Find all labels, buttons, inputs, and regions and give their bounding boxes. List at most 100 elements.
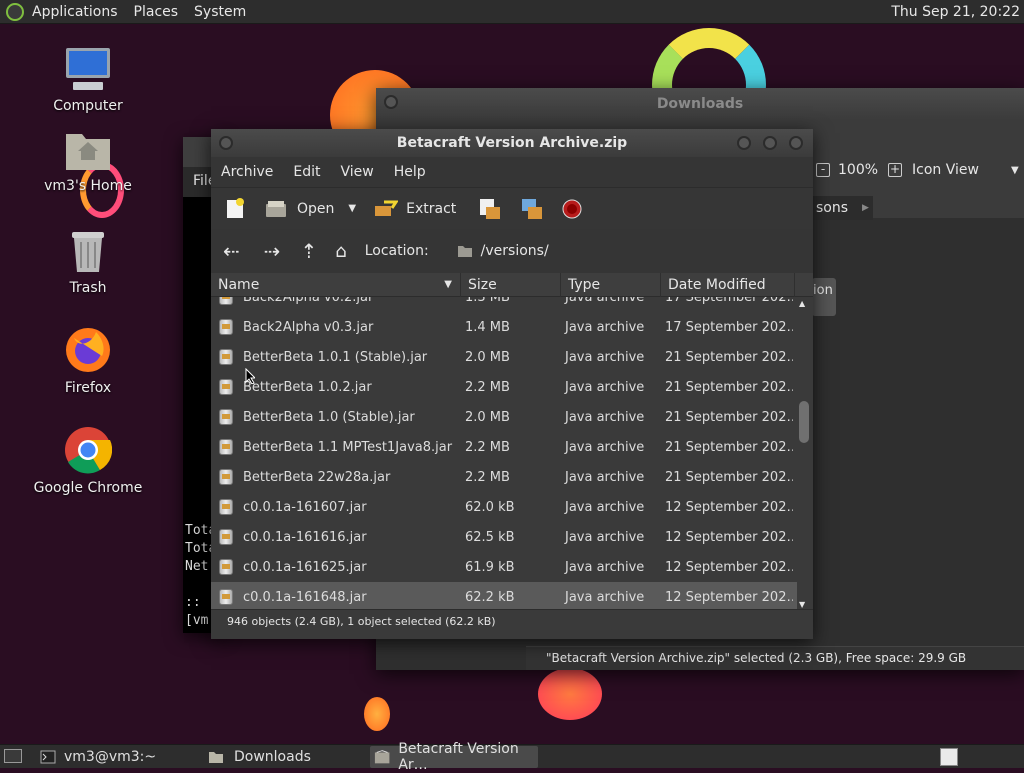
file-name-cell: BetterBeta 1.0.1 (Stable).jar <box>211 349 459 365</box>
file-type: Java archive <box>565 439 645 455</box>
file-row[interactable]: c0.0.1a-161616.jar 62.5 kB Java archive 12 … <box>211 522 797 552</box>
close-button[interactable] <box>789 136 803 150</box>
window-menu-button[interactable] <box>384 95 398 109</box>
task-downloads[interactable]: Downloads <box>204 746 364 768</box>
task-label: Downloads <box>234 749 311 765</box>
archive-window[interactable]: Betacraft Version Archive.zip Archive Ed… <box>211 129 813 639</box>
jar-file-icon <box>219 469 233 485</box>
desktop-icon-firefox[interactable]: Firefox <box>33 326 143 396</box>
menu-edit[interactable]: Edit <box>283 164 330 180</box>
scroll-up-icon[interactable]: ▲ <box>799 299 805 308</box>
up-icon[interactable]: ⇡ <box>301 239 318 263</box>
column-label: Size <box>468 276 497 293</box>
chevron-down-icon[interactable]: ▼ <box>1011 165 1019 176</box>
back-icon[interactable]: ⇠ <box>223 239 240 263</box>
column-size[interactable]: Size <box>461 272 561 297</box>
stop-button[interactable] <box>562 199 582 219</box>
file-date: 12 September 202… <box>665 499 793 515</box>
selected-item-label[interactable]: ion <box>812 278 836 316</box>
file-name-cell: BetterBeta 22w28a.jar <box>211 469 459 485</box>
menubar: Archive Edit View Help <box>211 157 813 187</box>
breadcrumb-item[interactable]: sons <box>816 196 848 220</box>
extract-button[interactable]: Extract <box>374 200 456 218</box>
location-field[interactable]: /versions/ <box>457 243 549 259</box>
file-row[interactable]: c0.0.1a-161625.jar 61.9 kB Java archive 12 … <box>211 552 797 582</box>
chevron-down-icon[interactable]: ▼ <box>348 203 356 214</box>
menu-archive[interactable]: Archive <box>211 164 283 180</box>
column-name[interactable]: Name ▼ <box>211 272 461 297</box>
file-row[interactable]: Back2Alpha v0.2.jar 1.3 MB Java archive 17 … <box>211 297 797 312</box>
jar-file-icon <box>219 559 233 575</box>
minimize-button[interactable] <box>737 136 751 150</box>
task-label: vm3@vm3:~ <box>64 749 157 765</box>
zoom-level[interactable]: 100% <box>838 162 878 178</box>
file-size: 62.5 kB <box>465 529 515 545</box>
file-row[interactable]: BetterBeta 1.0 (Stable).jar 2.0 MB Java ar… <box>211 402 797 432</box>
file-date: 17 September 202… <box>665 297 793 305</box>
zoom-controls: - 100% + Icon View ▼ <box>816 160 1019 180</box>
wallpaper-small-circle <box>364 697 390 731</box>
file-size: 61.9 kB <box>465 559 515 575</box>
sort-chevron-icon[interactable]: ▼ <box>444 273 452 297</box>
scrollbar[interactable]: ▲ ▼ <box>799 297 809 609</box>
zoom-out-icon[interactable]: - <box>816 163 830 177</box>
file-row[interactable]: BetterBeta 1.0.1 (Stable).jar 2.0 MB Java … <box>211 342 797 372</box>
add-files-button[interactable] <box>478 197 502 221</box>
archive-titlebar[interactable]: Betacraft Version Archive.zip <box>211 129 813 157</box>
downloads-titlebar[interactable]: Downloads <box>376 88 1024 120</box>
menu-places[interactable]: Places <box>126 4 187 20</box>
workspace-switcher-icon[interactable] <box>940 748 958 766</box>
file-row[interactable]: BetterBeta 1.0.2.jar 2.2 MB Java archive 21… <box>211 372 797 402</box>
file-row[interactable]: BetterBeta 1.1 MPTest1Java8.jar 2.2 MB Jav… <box>211 432 797 462</box>
top-panel: Applications Places System Thu Sep 21, 2… <box>0 0 1024 24</box>
column-label: Name <box>218 276 260 293</box>
jar-file-icon <box>219 319 233 335</box>
open-button[interactable]: Open ▼ <box>265 200 356 218</box>
breadcrumb[interactable]: sons ▶ <box>812 196 873 220</box>
menu-system[interactable]: System <box>186 4 254 20</box>
file-size: 2.0 MB <box>465 409 510 425</box>
scroll-thumb[interactable] <box>799 401 809 443</box>
home-folder-icon <box>66 134 110 170</box>
column-type[interactable]: Type <box>561 272 661 297</box>
file-row[interactable]: Back2Alpha v0.3.jar 1.4 MB Java archive 17 … <box>211 312 797 342</box>
clock[interactable]: Thu Sep 21, 20:22 <box>891 0 1020 24</box>
desktop-icon-trash[interactable]: Trash <box>33 228 143 296</box>
gnome-foot-icon[interactable] <box>6 2 24 21</box>
file-date: 21 September 202… <box>665 379 793 395</box>
terminal-icon <box>40 750 56 764</box>
file-name-cell: c0.0.1a-161625.jar <box>211 559 459 575</box>
menu-applications[interactable]: Applications <box>24 4 126 20</box>
view-mode-select[interactable]: Icon View <box>912 162 979 178</box>
file-type: Java archive <box>565 379 645 395</box>
new-archive-button[interactable] <box>225 197 245 220</box>
scroll-down-icon[interactable]: ▼ <box>799 600 805 609</box>
menu-help[interactable]: Help <box>384 164 436 180</box>
desktop-icon-label: Computer <box>53 98 123 114</box>
show-desktop-icon[interactable] <box>4 749 22 763</box>
desktop-icon-computer[interactable]: Computer <box>33 46 143 114</box>
home-icon[interactable]: ⌂ <box>335 241 346 262</box>
task-terminal[interactable]: vm3@vm3:~ <box>36 746 196 768</box>
window-menu-button[interactable] <box>219 136 233 150</box>
desktop-icon-chrome[interactable]: Google Chrome <box>33 426 143 496</box>
file-size: 2.2 MB <box>465 469 510 485</box>
file-size: 2.0 MB <box>465 349 510 365</box>
forward-icon[interactable]: ⇢ <box>264 239 281 263</box>
breadcrumb-arrow-icon[interactable]: ▶ <box>862 196 869 220</box>
task-archive[interactable]: Betacraft Version Ar… <box>370 741 538 773</box>
extract-label: Extract <box>406 200 457 217</box>
file-name-cell: c0.0.1a-161616.jar <box>211 529 459 545</box>
file-row[interactable]: BetterBeta 22w28a.jar 2.2 MB Java archive 2… <box>211 462 797 492</box>
file-size: 62.0 kB <box>465 499 515 515</box>
menu-view[interactable]: View <box>331 164 384 180</box>
maximize-button[interactable] <box>763 136 777 150</box>
file-row[interactable]: c0.0.1a-161607.jar 62.0 kB Java archive 12 … <box>211 492 797 522</box>
file-row[interactable]: c0.0.1a-161648.jar 62.2 kB Java archive 12 … <box>211 582 797 609</box>
column-date[interactable]: Date Modified <box>661 272 795 297</box>
desktop-icon-home[interactable]: vm3's Home <box>33 128 143 194</box>
file-name: c0.0.1a-161648.jar <box>243 589 367 605</box>
zoom-in-icon[interactable]: + <box>888 163 903 177</box>
add-folder-button[interactable] <box>520 197 544 221</box>
file-rows: Back2Alpha v0.2.jar 1.3 MB Java archive 17 … <box>211 297 797 609</box>
